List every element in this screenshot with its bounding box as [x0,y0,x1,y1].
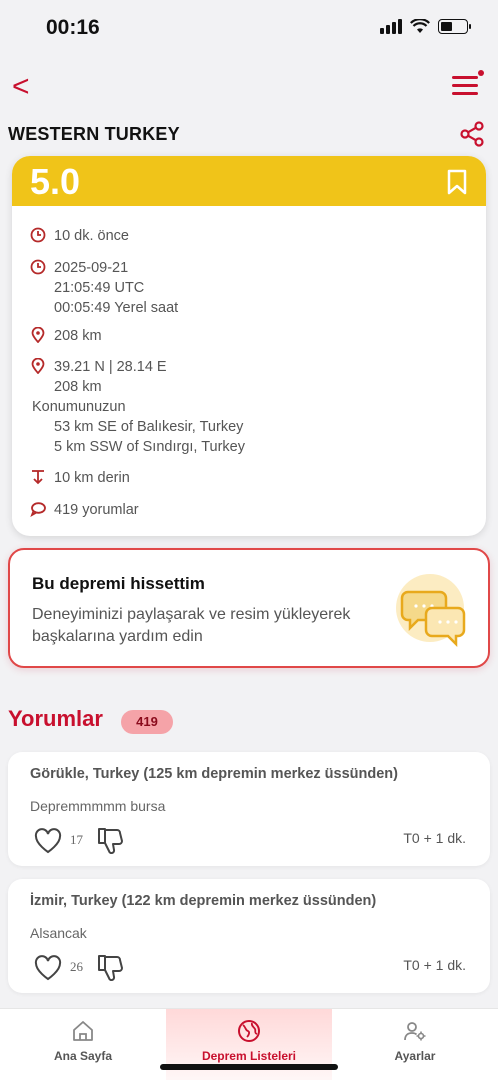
nav-settings-label: Ayarlar [394,1049,436,1063]
wifi-icon [410,18,430,33]
distance-row: 208 km [30,326,102,346]
nav-home[interactable]: Ana Sayfa [0,1009,166,1080]
comments-count-badge: 419 [121,710,173,734]
time-ago: 10 dk. önce [54,228,129,244]
comment-text: Alsancak [30,925,87,941]
thumbs-down-icon[interactable] [96,953,126,981]
comment-location: İzmir, Turkey (122 km depremin merkez üs… [30,893,377,909]
nearby-place-2: 5 km SSW of Sındırgı, Turkey [54,439,245,455]
back-button[interactable]: < [12,72,44,104]
quake-card: 5.0 10 dk. önce 2025-09-21 21:05:49 UTC … [12,156,486,536]
location-pin-icon [31,358,45,374]
clock-icon [30,259,46,275]
clock-icon [30,227,46,243]
comment-card: Görükle, Turkey (125 km depremin merkez … [8,752,490,866]
comments-count-label: 419 yorumlar [54,502,139,518]
coordinates-distance: 208 km [54,379,102,395]
felt-it-card[interactable]: Bu depremi hissettim Deneyiminizi paylaş… [8,548,490,668]
quake-date: 2025-09-21 [54,260,129,276]
comment-time: T0 + 1 dk. [403,830,466,846]
coordinates: 39.21 N | 28.14 E [54,359,167,375]
comment-time: T0 + 1 dk. [403,957,466,973]
location-pin-icon [31,327,45,343]
status-time: 00:16 [46,16,100,39]
comment-location: Görükle, Turkey (125 km depremin merkez … [30,766,398,782]
quake-local-time: 00:05:49 Yerel saat [54,300,179,316]
heart-icon[interactable] [34,828,62,854]
comment-bubble-icon [30,502,46,517]
depth-value: 10 km derin [54,470,130,486]
notification-dot [478,70,484,76]
chat-bubbles-icon [396,574,466,648]
nav-quake-lists-label: Deprem Listeleri [201,1049,297,1063]
comments-heading: Yorumlar [8,706,103,731]
location-label: Konumunuzun [32,399,126,415]
comment-card: İzmir, Turkey (122 km depremin merkez üs… [8,879,490,993]
nav-home-label: Ana Sayfa [53,1049,113,1063]
felt-title: Bu depremi hissettim [32,574,205,593]
globe-icon [238,1020,260,1042]
datetime-row: 2025-09-21 21:05:49 UTC 00:05:49 Yerel s… [30,258,178,318]
status-icons [380,18,471,34]
battery-icon [438,18,471,34]
coordinates-row: 39.21 N | 28.14 E 208 km [30,357,167,397]
home-icon [73,1021,93,1041]
signal-icon [380,18,402,34]
comment-text: Deprem​mmmm bursa [30,798,166,814]
user-settings-icon [404,1022,426,1041]
like-count: 26 [70,959,83,974]
bookmark-icon[interactable] [446,169,468,195]
depth-row: 10 km derin [30,468,130,488]
distance-value: 208 km [54,328,102,344]
time-ago-row: 10 dk. önce [30,226,129,246]
magnitude-header: 5.0 [12,156,486,206]
home-indicator [160,1064,338,1070]
status-bar: 00:16 [0,0,498,56]
quake-utc-time: 21:05:49 UTC [54,280,145,296]
nav-settings[interactable]: Ayarlar [332,1009,498,1080]
nearby-place-1: 53 km SE of Balıkesir, Turkey [54,419,244,435]
share-icon[interactable] [458,120,486,148]
region-title: WESTERN TURKEY [8,124,180,144]
comments-link[interactable]: 419 yorumlar [30,500,139,520]
menu-button[interactable] [450,70,484,100]
depth-arrow-icon [32,470,44,485]
magnitude-value: 5.0 [30,161,81,202]
like-count: 17 [70,832,83,847]
thumbs-down-icon[interactable] [96,826,126,854]
felt-subtitle: Deneyiminizi paylaşarak ve resim yükleye… [32,606,351,645]
heart-icon[interactable] [34,955,62,981]
